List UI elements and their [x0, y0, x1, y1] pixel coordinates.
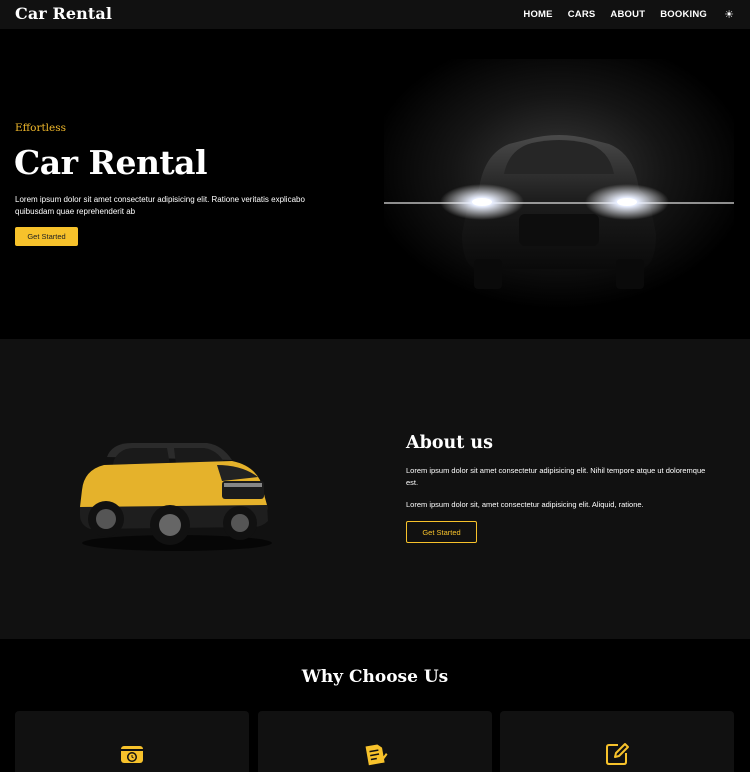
about-get-started-button[interactable]: Get Started	[406, 521, 477, 543]
wallet-clock-icon	[121, 746, 143, 763]
site-logo[interactable]: Car Rental	[15, 4, 112, 23]
nav-link-home[interactable]: HOME	[523, 9, 552, 20]
about-paragraph-1: Lorem ipsum dolor sit amet consectetur a…	[406, 466, 706, 487]
hero-tagline: Effortless	[15, 122, 67, 134]
about-section: About us Lorem ipsum dolor sit amet cons…	[0, 339, 750, 639]
nav-menu: HOME CARS ABOUT BOOKING	[508, 9, 707, 20]
sun-icon[interactable]: ☀	[724, 8, 734, 21]
hero-section: Effortless Car Rental Lorem ipsum dolor …	[0, 29, 750, 339]
nav-link-about[interactable]: ABOUT	[610, 9, 645, 20]
feature-card	[15, 711, 249, 772]
document-pen-icon	[365, 744, 388, 766]
about-paragraph-2: Lorem ipsum dolor sit, amet consectetur …	[406, 500, 644, 509]
hero-description: Lorem ipsum dolor sit amet consectetur a…	[15, 195, 305, 216]
navbar: Car Rental HOME CARS ABOUT BOOKING ☀	[0, 0, 750, 29]
hero-get-started-button[interactable]: Get Started	[15, 227, 78, 246]
edit-icon	[606, 743, 629, 765]
nav-link-cars[interactable]: CARS	[568, 9, 596, 20]
nav-link-booking[interactable]: BOOKING	[660, 9, 707, 20]
feature-card	[500, 711, 734, 772]
feature-card	[258, 711, 492, 772]
yellow-suv-image	[80, 443, 272, 551]
hero-car-image	[384, 59, 734, 309]
why-choose-us-section: Why Choose Us	[0, 639, 750, 772]
about-title: About us	[406, 433, 493, 453]
hero-title: Car Rental	[14, 143, 208, 182]
why-title: Why Choose Us	[301, 667, 449, 687]
